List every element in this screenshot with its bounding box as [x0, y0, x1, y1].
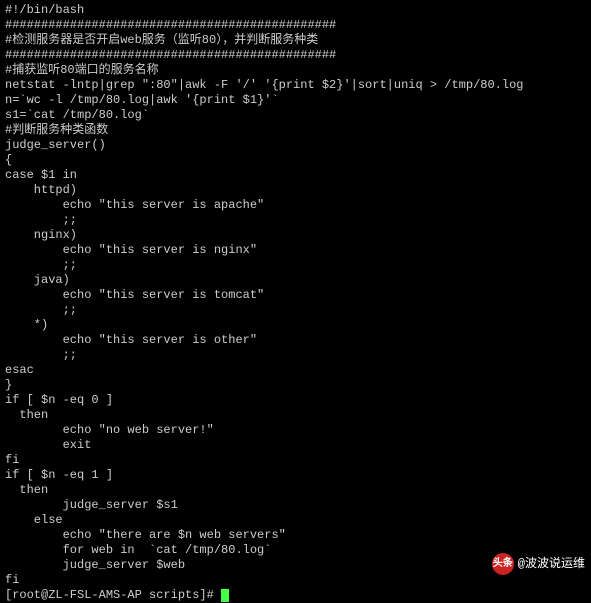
code-line: judge_server $s1	[5, 498, 586, 513]
watermark-icon: 头条	[492, 553, 514, 575]
code-line: #检测服务器是否开启web服务（监听80），并判断服务种类	[5, 33, 586, 48]
code-line: ########################################…	[5, 18, 586, 33]
code-line: #判断服务种类函数	[5, 123, 586, 138]
code-line: n=`wc -l /tmp/80.log|awk '{print $1}'`	[5, 93, 586, 108]
code-line: s1=`cat /tmp/80.log`	[5, 108, 586, 123]
code-line: ;;	[5, 258, 586, 273]
code-line: httpd)	[5, 183, 586, 198]
code-line: #捕获监听80端口的服务名称	[5, 63, 586, 78]
code-line: exit	[5, 438, 586, 453]
terminal-prompt-line[interactable]: [root@ZL-FSL-AMS-AP scripts]#	[5, 588, 586, 603]
code-line: java)	[5, 273, 586, 288]
code-line: esac	[5, 363, 586, 378]
code-line: then	[5, 483, 586, 498]
terminal-output: #!/bin/bash#############################…	[5, 3, 586, 588]
code-line: ;;	[5, 213, 586, 228]
code-line: fi	[5, 453, 586, 468]
watermark-handle: @波波说运维	[518, 557, 585, 572]
code-line: echo "this server is nginx"	[5, 243, 586, 258]
code-line: ########################################…	[5, 48, 586, 63]
code-line: fi	[5, 573, 586, 588]
code-line: *)	[5, 318, 586, 333]
code-line: echo "this server is apache"	[5, 198, 586, 213]
code-line: #!/bin/bash	[5, 3, 586, 18]
code-line: if [ $n -eq 0 ]	[5, 393, 586, 408]
code-line: echo "no web server!"	[5, 423, 586, 438]
code-line: ;;	[5, 303, 586, 318]
prompt-text: [root@ZL-FSL-AMS-AP scripts]#	[5, 588, 221, 602]
code-line: echo "this server is tomcat"	[5, 288, 586, 303]
cursor	[221, 589, 229, 602]
code-line: echo "this server is other"	[5, 333, 586, 348]
code-line: case $1 in	[5, 168, 586, 183]
code-line: echo "there are $n web servers"	[5, 528, 586, 543]
code-line: judge_server()	[5, 138, 586, 153]
watermark: 头条 @波波说运维	[492, 553, 585, 575]
code-line: netstat -lntp|grep ":80"|awk -F '/' '{pr…	[5, 78, 586, 93]
code-line: }	[5, 378, 586, 393]
code-line: then	[5, 408, 586, 423]
code-line: {	[5, 153, 586, 168]
code-line: else	[5, 513, 586, 528]
code-line: nginx)	[5, 228, 586, 243]
code-line: ;;	[5, 348, 586, 363]
code-line: if [ $n -eq 1 ]	[5, 468, 586, 483]
